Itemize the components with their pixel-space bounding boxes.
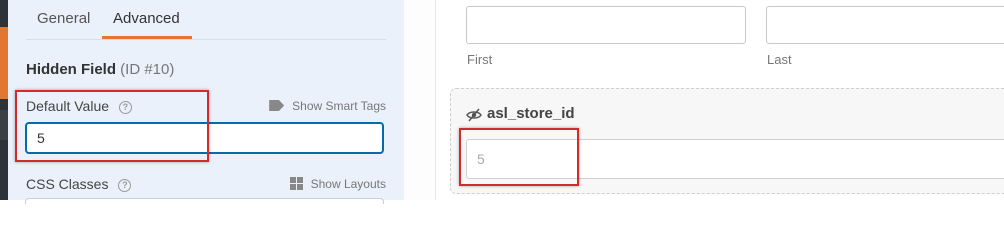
help-icon[interactable]: ? [118, 101, 132, 114]
grid-icon [289, 177, 303, 190]
name-last-sublabel: Last [767, 52, 792, 67]
field-options-panel: General Advanced Hidden Field (ID #10) D… [8, 0, 404, 204]
options-tabs: General Advanced [26, 0, 386, 40]
default-value-input[interactable] [25, 122, 384, 154]
name-last-input[interactable] [766, 6, 1004, 44]
name-first-input[interactable] [466, 6, 746, 44]
css-classes-row: CSS Classes ? Show Layouts [26, 176, 386, 194]
show-smart-tags-label: Show Smart Tags [292, 99, 386, 113]
eye-slash-icon [466, 108, 482, 122]
show-smart-tags-link[interactable]: Show Smart Tags [269, 99, 386, 113]
field-type-title: Hidden Field [26, 61, 116, 78]
panel-divider [404, 0, 436, 200]
field-id-label: (ID #10) [120, 61, 175, 78]
tag-icon [269, 100, 285, 111]
admin-sidebar-item[interactable] [0, 110, 8, 140]
default-value-row: Default Value ? Show Smart Tags [26, 98, 386, 116]
css-classes-label: CSS Classes [26, 176, 109, 192]
show-layouts-label: Show Layouts [310, 177, 386, 191]
show-layouts-link[interactable]: Show Layouts [289, 177, 386, 191]
hidden-field-label: asl_store_id [487, 105, 575, 122]
css-classes-input[interactable] [25, 198, 384, 204]
active-tab-indicator [102, 36, 192, 39]
hidden-field-input[interactable] [466, 139, 1004, 179]
field-heading: Hidden Field (ID #10) [26, 61, 174, 78]
help-icon[interactable]: ? [118, 179, 132, 192]
default-value-label: Default Value [26, 98, 110, 114]
admin-sidebar-active-accent [0, 27, 8, 99]
name-first-sublabel: First [467, 52, 493, 67]
tab-general[interactable]: General [37, 10, 90, 27]
tab-advanced[interactable]: Advanced [113, 10, 180, 27]
